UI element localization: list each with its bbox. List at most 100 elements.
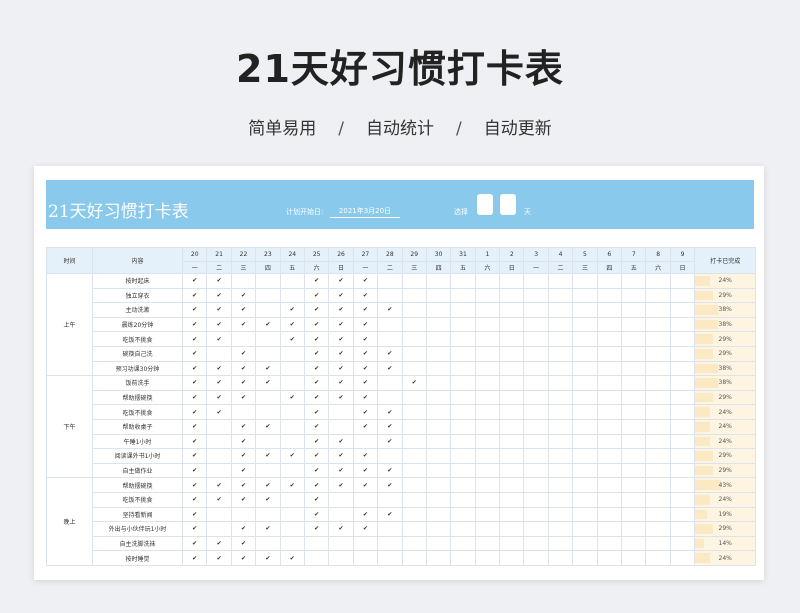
empty-cell[interactable]	[669, 375, 696, 391]
empty-cell[interactable]	[279, 491, 305, 508]
empty-cell[interactable]	[645, 302, 671, 318]
empty-cell[interactable]	[547, 491, 574, 508]
empty-cell[interactable]	[499, 418, 525, 435]
empty-cell[interactable]	[669, 521, 696, 537]
empty-cell[interactable]	[328, 418, 354, 435]
empty-cell[interactable]	[621, 491, 647, 508]
empty-cell[interactable]	[377, 331, 403, 347]
empty-cell[interactable]	[669, 535, 696, 552]
empty-cell[interactable]	[669, 316, 696, 333]
empty-cell[interactable]	[425, 477, 452, 493]
empty-cell[interactable]	[255, 302, 281, 318]
empty-cell[interactable]	[450, 418, 476, 435]
empty-cell[interactable]	[328, 506, 354, 523]
checked-cell[interactable]: ✔	[255, 360, 281, 377]
empty-cell[interactable]	[572, 345, 598, 362]
empty-cell[interactable]	[450, 550, 476, 566]
empty-cell[interactable]	[425, 462, 452, 479]
checked-cell[interactable]: ✔	[181, 302, 208, 318]
checked-cell[interactable]: ✔	[230, 360, 257, 377]
empty-cell[interactable]	[645, 389, 671, 406]
checked-cell[interactable]: ✔	[303, 491, 330, 508]
empty-cell[interactable]	[499, 535, 525, 552]
checked-cell[interactable]: ✔	[303, 448, 330, 464]
checked-cell[interactable]: ✔	[377, 477, 403, 493]
empty-cell[interactable]	[425, 404, 452, 420]
empty-cell[interactable]	[499, 433, 525, 450]
empty-cell[interactable]	[450, 506, 476, 523]
empty-cell[interactable]	[401, 273, 427, 289]
empty-cell[interactable]	[425, 521, 452, 537]
checked-cell[interactable]: ✔	[328, 287, 354, 304]
empty-cell[interactable]	[645, 462, 671, 479]
empty-cell[interactable]	[401, 287, 427, 304]
empty-cell[interactable]	[621, 521, 647, 537]
selector-box-1[interactable]	[477, 194, 493, 215]
empty-cell[interactable]	[499, 316, 525, 333]
empty-cell[interactable]	[401, 404, 427, 420]
empty-cell[interactable]	[425, 302, 452, 318]
checked-cell[interactable]: ✔	[181, 418, 208, 435]
empty-cell[interactable]	[621, 389, 647, 406]
checked-cell[interactable]: ✔	[206, 302, 232, 318]
checked-cell[interactable]: ✔	[352, 360, 379, 377]
empty-cell[interactable]	[523, 287, 549, 304]
empty-cell[interactable]	[523, 535, 549, 552]
checked-cell[interactable]: ✔	[181, 433, 208, 450]
empty-cell[interactable]	[645, 331, 671, 347]
empty-cell[interactable]	[523, 302, 549, 318]
empty-cell[interactable]	[401, 345, 427, 362]
empty-cell[interactable]	[401, 535, 427, 552]
empty-cell[interactable]	[474, 535, 501, 552]
empty-cell[interactable]	[255, 345, 281, 362]
checked-cell[interactable]: ✔	[181, 331, 208, 347]
empty-cell[interactable]	[255, 389, 281, 406]
empty-cell[interactable]	[499, 331, 525, 347]
empty-cell[interactable]	[499, 389, 525, 406]
empty-cell[interactable]	[523, 360, 549, 377]
checked-cell[interactable]: ✔	[352, 331, 379, 347]
checked-cell[interactable]: ✔	[303, 462, 330, 479]
empty-cell[interactable]	[523, 404, 549, 420]
empty-cell[interactable]	[425, 535, 452, 552]
empty-cell[interactable]	[572, 316, 598, 333]
checked-cell[interactable]: ✔	[181, 506, 208, 523]
empty-cell[interactable]	[230, 331, 257, 347]
empty-cell[interactable]	[621, 404, 647, 420]
empty-cell[interactable]	[450, 273, 476, 289]
empty-cell[interactable]	[279, 287, 305, 304]
checked-cell[interactable]: ✔	[230, 477, 257, 493]
empty-cell[interactable]	[425, 375, 452, 391]
empty-cell[interactable]	[279, 345, 305, 362]
empty-cell[interactable]	[523, 375, 549, 391]
checked-cell[interactable]: ✔	[328, 433, 354, 450]
checked-cell[interactable]: ✔	[377, 506, 403, 523]
empty-cell[interactable]	[669, 404, 696, 420]
empty-cell[interactable]	[645, 287, 671, 304]
empty-cell[interactable]	[523, 521, 549, 537]
checked-cell[interactable]: ✔	[303, 273, 330, 289]
checked-cell[interactable]: ✔	[328, 345, 354, 362]
checked-cell[interactable]: ✔	[303, 433, 330, 450]
empty-cell[interactable]	[450, 316, 476, 333]
empty-cell[interactable]	[499, 506, 525, 523]
checked-cell[interactable]: ✔	[303, 506, 330, 523]
checked-cell[interactable]: ✔	[352, 506, 379, 523]
empty-cell[interactable]	[328, 550, 354, 566]
empty-cell[interactable]	[352, 433, 379, 450]
checked-cell[interactable]: ✔	[352, 345, 379, 362]
empty-cell[interactable]	[255, 462, 281, 479]
checked-cell[interactable]: ✔	[206, 360, 232, 377]
checked-cell[interactable]: ✔	[303, 404, 330, 420]
empty-cell[interactable]	[547, 521, 574, 537]
checked-cell[interactable]: ✔	[206, 535, 232, 552]
selector-box-2[interactable]	[500, 194, 516, 215]
checked-cell[interactable]: ✔	[230, 535, 257, 552]
empty-cell[interactable]	[669, 550, 696, 566]
empty-cell[interactable]	[401, 331, 427, 347]
empty-cell[interactable]	[621, 418, 647, 435]
empty-cell[interactable]	[401, 521, 427, 537]
empty-cell[interactable]	[523, 477, 549, 493]
checked-cell[interactable]: ✔	[230, 345, 257, 362]
empty-cell[interactable]	[206, 506, 232, 523]
